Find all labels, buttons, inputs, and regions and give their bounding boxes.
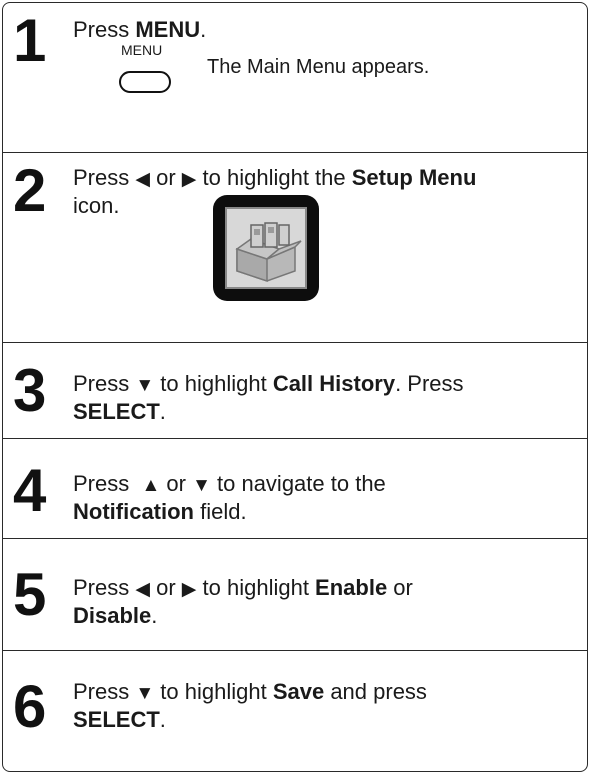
- left-arrow-icon: ◀: [135, 579, 150, 600]
- down-arrow-icon: ▼: [135, 375, 155, 396]
- instruction-text: field.: [194, 499, 247, 524]
- step-number: 6: [13, 673, 46, 740]
- instruction-text: to navigate to the: [210, 471, 386, 496]
- instruction-text: .: [200, 17, 207, 42]
- instruction-panel: 1 Press MENU. MENU The Main Menu appears…: [2, 2, 588, 772]
- instruction-text: or: [149, 165, 182, 190]
- enable-option-name: Enable: [315, 575, 388, 600]
- step-instruction: Press ▼ to highlight Save and press SELE…: [73, 679, 573, 733]
- step-number: 2: [13, 157, 46, 224]
- down-arrow-icon: ▼: [135, 683, 155, 704]
- step-instruction: Press ▼ to highlight Call History. Press…: [73, 371, 573, 425]
- disable-option-name: Disable: [73, 603, 152, 628]
- instruction-text: icon.: [73, 193, 120, 218]
- instruction-text: .: [151, 603, 158, 628]
- step-instruction: Press ◀ or ▶ to highlight the Setup Menu…: [73, 165, 573, 219]
- setup-menu-name: Setup Menu: [351, 165, 477, 190]
- select-key-name: SELECT: [73, 399, 160, 424]
- step-1: 1 Press MENU. MENU The Main Menu appears…: [3, 3, 587, 153]
- step-number: 5: [13, 561, 46, 628]
- step-result: The Main Menu appears.: [207, 56, 430, 78]
- instruction-text: Press: [73, 371, 136, 396]
- instruction-text: .: [159, 707, 166, 732]
- instruction-text: or: [149, 575, 182, 600]
- menu-key-name: MENU: [135, 17, 201, 42]
- left-arrow-icon: ◀: [135, 169, 150, 190]
- step-2: 2 Press ◀ or ▶ to highlight the Setup Me…: [3, 153, 587, 343]
- step-number: 3: [13, 357, 46, 424]
- instruction-text: Press: [73, 165, 136, 190]
- step-4: 4 Press ▲ or ▼ to navigate to the Notifi…: [3, 439, 587, 539]
- down-arrow-icon: ▼: [192, 475, 211, 496]
- instruction-text: to highlight the: [196, 165, 352, 190]
- step-3: 3 Press ▼ to highlight Call History. Pre…: [3, 343, 587, 439]
- instruction-text: Press: [73, 471, 142, 496]
- instruction-text: to highlight: [154, 679, 273, 704]
- step-6: 6 Press ▼ to highlight Save and press SE…: [3, 651, 587, 771]
- step-instruction: Press ▲ or ▼ to navigate to the Notifica…: [73, 471, 573, 525]
- instruction-text: .: [159, 399, 166, 424]
- right-arrow-icon: ▶: [181, 169, 197, 190]
- instruction-text: or: [387, 575, 413, 600]
- call-history-name: Call History: [272, 371, 396, 396]
- icon-frame: [225, 207, 307, 289]
- instruction-text: . Press: [395, 371, 464, 396]
- menu-key-label: MENU: [121, 42, 163, 58]
- box-icon: [235, 222, 302, 283]
- menu-key-icon: [119, 71, 171, 93]
- instruction-text: to highlight: [196, 575, 316, 600]
- up-arrow-icon: ▲: [141, 475, 161, 496]
- setup-menu-icon: [213, 195, 319, 301]
- notification-field-name: Notification: [73, 499, 194, 524]
- step-number: 1: [13, 7, 46, 74]
- instruction-text: Press: [73, 17, 136, 42]
- select-key-name: SELECT: [73, 707, 160, 732]
- instruction-text: Press: [73, 679, 136, 704]
- instruction-text: and press: [324, 679, 427, 704]
- step-5: 5 Press ◀ or ▶ to highlight Enable or Di…: [3, 539, 587, 651]
- instruction-text: to highlight: [154, 371, 273, 396]
- step-instruction: Press ◀ or ▶ to highlight Enable or Disa…: [73, 575, 573, 629]
- save-option-name: Save: [272, 679, 325, 704]
- instruction-text: or: [160, 471, 193, 496]
- step-number: 4: [13, 457, 46, 524]
- instruction-text: Press: [73, 575, 136, 600]
- step-instruction: Press MENU.: [73, 17, 573, 43]
- right-arrow-icon: ▶: [181, 579, 197, 600]
